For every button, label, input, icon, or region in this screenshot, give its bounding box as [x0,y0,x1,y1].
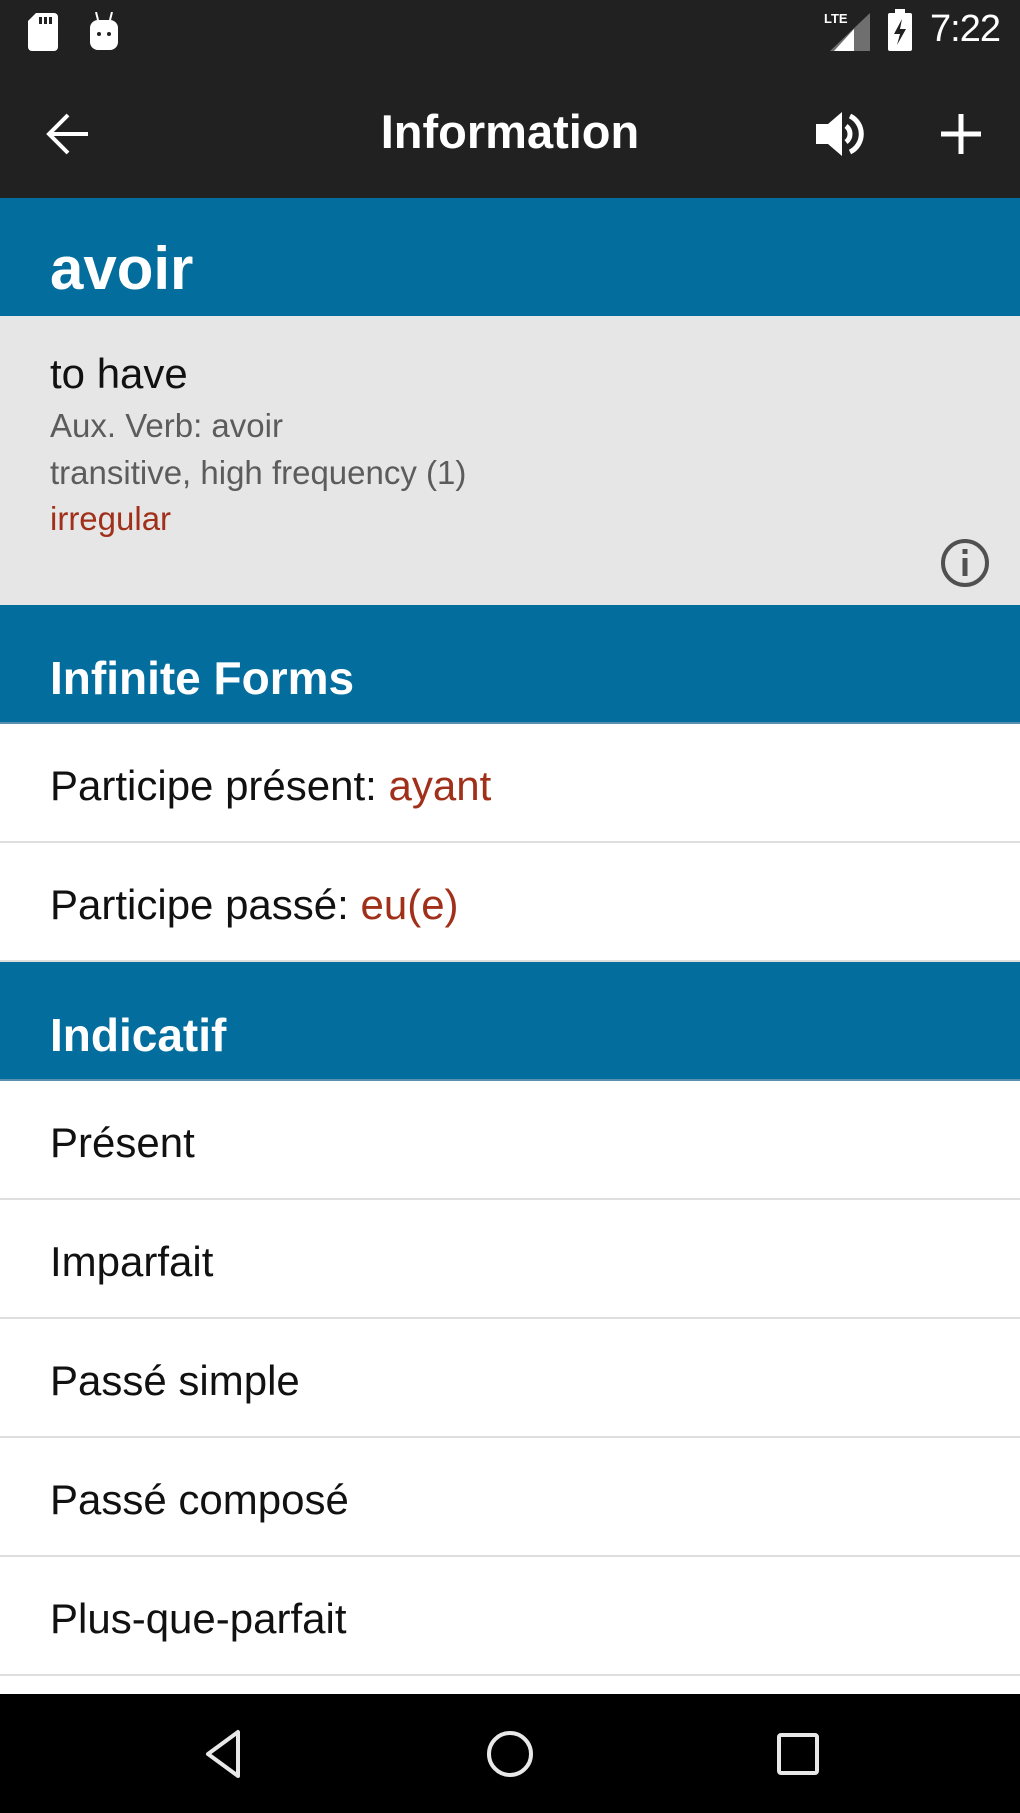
tense-label: Présent [50,1119,195,1166]
row-text: Participe passé: eu(e) [50,881,459,929]
section-title: Indicatif [50,1009,227,1061]
android-icon [90,12,118,50]
tense-item-imparfait[interactable]: Imparfait [0,1200,1020,1319]
pronounce-button[interactable] [812,104,872,164]
nav-back-button[interactable] [194,1724,254,1784]
form-label: Participe passé: [50,881,361,928]
list-item[interactable]: Participe présent: ayant [0,724,1020,843]
battery-charging-icon [888,8,913,51]
tense-item-passe-simple[interactable]: Passé simple [0,1319,1020,1438]
section-header-indicatif: Indicatif [0,962,1020,1081]
tense-item-passe-compose[interactable]: Passé composé [0,1438,1020,1557]
list-item[interactable]: Participe passé: eu(e) [0,843,1020,962]
speaker-icon [816,112,864,156]
system-nav-bar [0,1694,1020,1813]
home-circle-icon [487,1731,533,1777]
tense-label: Plus-que-parfait [50,1595,347,1642]
recents-square-icon [777,1733,819,1775]
tense-item-present[interactable]: Présent [0,1081,1020,1200]
aux-verb: Aux. Verb: avoir [50,407,283,444]
verb-info-card: to have Aux. Verb: avoir transitive, hig… [0,316,1020,605]
verb-regularity: irregular [50,500,172,537]
svg-text:LTE: LTE [824,11,848,26]
section-title: Infinite Forms [50,652,355,704]
app-toolbar: Information [0,70,1020,198]
info-button[interactable] [940,538,990,588]
nav-recents-button[interactable] [768,1724,828,1784]
row-text: Participe présent: ayant [50,762,491,810]
tense-item-plus-que-parfait[interactable]: Plus-que-parfait [0,1557,1020,1676]
sd-card-icon [28,13,58,51]
tense-label: Passé simple [50,1357,300,1404]
status-bar: LTE 7:22 [0,0,1020,70]
verb-word: avoir [50,235,194,302]
status-time: 7:22 [930,8,1001,50]
verb-properties: transitive, high frequency (1) [50,454,467,491]
plus-icon [941,114,981,154]
form-value: ayant [388,762,492,809]
tense-label: Imparfait [50,1238,214,1285]
form-value: eu(e) [360,881,459,928]
form-label: Participe présent: [50,762,389,809]
verb-header: avoir [0,198,1020,316]
verb-translation: to have [50,350,188,397]
section-header-infinite-forms: Infinite Forms [0,605,1020,724]
lte-signal-icon: LTE [824,11,871,51]
info-icon [941,539,989,587]
add-button[interactable] [935,108,987,160]
nav-home-button[interactable] [480,1724,540,1784]
tense-label: Passé composé [50,1476,349,1523]
back-triangle-icon [206,1730,240,1778]
